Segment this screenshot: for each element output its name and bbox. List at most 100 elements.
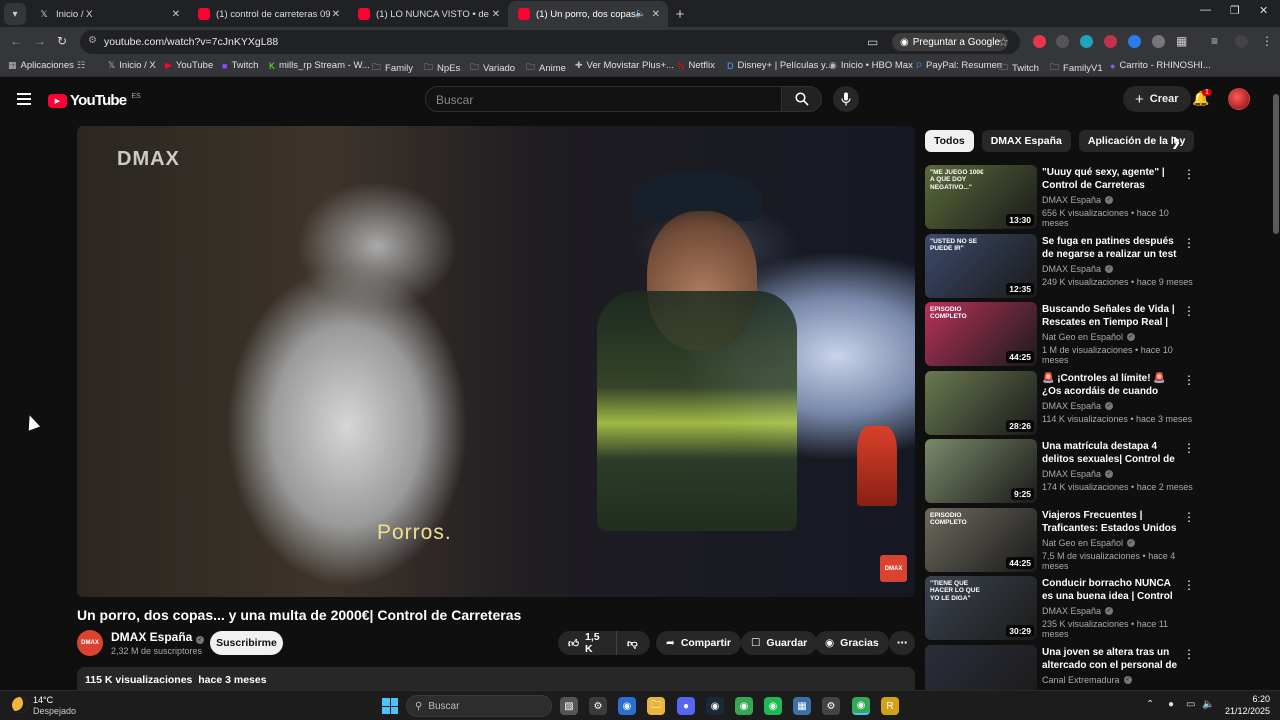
app-icon[interactable]: ◉ bbox=[618, 697, 636, 715]
more-vertical-icon[interactable]: ⋮ bbox=[1183, 236, 1195, 250]
video-thumbnail[interactable]: 28:26 bbox=[925, 370, 1037, 435]
subscribe-button[interactable]: Suscribirme bbox=[210, 631, 283, 655]
recommendation-channel[interactable]: Canal Extremadura ✓ bbox=[1042, 675, 1132, 685]
chrome-menu-icon[interactable]: ⋮ bbox=[1261, 34, 1273, 48]
video-thumbnail[interactable]: "Tiene que hacer lo que yo le diga" 30:29 bbox=[925, 576, 1037, 640]
site-info-icon[interactable]: ⚙ bbox=[88, 35, 97, 46]
bookmark-folder[interactable]: 🗀 Family bbox=[372, 60, 413, 76]
clock-date[interactable]: 21/12/2025 bbox=[1222, 706, 1270, 716]
extension-icon[interactable] bbox=[1056, 35, 1069, 48]
recommendation-item[interactable]: Episodio completo 44:25 Buscando Señales d… bbox=[925, 302, 1195, 366]
search-button[interactable] bbox=[781, 86, 822, 112]
more-vertical-icon[interactable]: ⋮ bbox=[1183, 373, 1195, 387]
recommendation-item[interactable]: Episodio completo 44:25 Viajeros Frecuente… bbox=[925, 507, 1195, 572]
tab-close-icon[interactable]: ✕ bbox=[492, 9, 500, 20]
video-thumbnail[interactable]: 9:25 bbox=[925, 439, 1037, 503]
recommendation-item[interactable]: "Me juego 100€ a que doy negativo..." 13:… bbox=[925, 165, 1195, 229]
recommendation-title[interactable]: Una joven se altera tras un altercado co… bbox=[1042, 646, 1178, 672]
forward-icon[interactable]: → bbox=[34, 34, 46, 48]
recommendation-title[interactable]: Buscando Señales de Vida | Rescates en T… bbox=[1042, 303, 1178, 329]
new-tab-button[interactable]: + bbox=[668, 1, 692, 27]
app-icon[interactable]: ▦ bbox=[793, 697, 811, 715]
restore-icon[interactable]: ❐ bbox=[1230, 4, 1240, 17]
minimize-icon[interactable]: — bbox=[1200, 4, 1211, 16]
more-vertical-icon[interactable]: ⋮ bbox=[1183, 167, 1195, 181]
steam-icon[interactable]: ◉ bbox=[706, 697, 724, 715]
cast-icon[interactable]: ▭ bbox=[867, 35, 878, 49]
bookmark-item[interactable]: ■ Twitch bbox=[222, 60, 258, 71]
account-avatar[interactable] bbox=[1228, 88, 1250, 110]
create-button[interactable]: + Crear bbox=[1123, 86, 1191, 112]
video-thumbnail[interactable]: "Usted no se puede ir" 12:35 bbox=[925, 233, 1037, 298]
tab-search-button[interactable]: ▾ bbox=[4, 3, 26, 25]
like-button[interactable]: 👍︎ 1,5 K bbox=[558, 631, 616, 655]
browser-tab[interactable]: (1) control de carreteras 09 ✕ bbox=[188, 1, 348, 27]
app-icon[interactable]: R bbox=[881, 697, 899, 715]
bookmark-item[interactable]: ☷ bbox=[77, 60, 85, 71]
bookmark-item[interactable]: N Netflix bbox=[678, 60, 715, 71]
reading-list-icon[interactable]: ≡ bbox=[1211, 34, 1218, 48]
recommendation-channel[interactable]: Nat Geo en Español ✓ bbox=[1042, 332, 1136, 342]
bookmark-item[interactable]: ▶ YouTube bbox=[165, 60, 213, 71]
recommendation-title[interactable]: "Uuuy qué sexy, agente" | Control de Car… bbox=[1042, 166, 1178, 192]
browser-tab[interactable]: (1) LO NUNCA VISTO • de ✕ bbox=[348, 1, 508, 27]
bookmark-item[interactable]: 𝕏 Inicio / X bbox=[108, 60, 156, 71]
extension-icon[interactable] bbox=[1104, 35, 1117, 48]
windows-start-icon[interactable] bbox=[382, 698, 398, 714]
more-vertical-icon[interactable]: ⋮ bbox=[1183, 647, 1195, 661]
page-scrollbar[interactable] bbox=[1272, 80, 1280, 690]
bookmark-folder[interactable]: 🗀 Anime bbox=[526, 60, 566, 76]
bookmark-folder[interactable]: 🗀 Twitch bbox=[999, 60, 1039, 76]
chevron-right-icon[interactable]: ❯ bbox=[1171, 135, 1181, 149]
address-bar[interactable]: ⚙ youtube.com/watch?v=7cJnKYXgL88 ▭ ◉ Pr… bbox=[80, 30, 1020, 54]
bookmark-item[interactable]: Kmills_rp Stream - W... bbox=[269, 60, 370, 71]
weather-temperature[interactable]: 14°C bbox=[33, 695, 53, 705]
clock-time[interactable]: 6:20 bbox=[1222, 694, 1270, 704]
file-explorer-icon[interactable]: 🗀 bbox=[647, 697, 665, 715]
tab-close-icon[interactable]: ✕ bbox=[172, 9, 180, 20]
dislike-button[interactable]: 👎︎ bbox=[616, 631, 650, 655]
recommendation-title[interactable]: Una matrícula destapa 4 delitos sexuales… bbox=[1042, 440, 1178, 466]
recommendation-item[interactable]: "Usted no se puede ir" 12:35 Se fuga en pa… bbox=[925, 233, 1195, 298]
bookmark-star-icon[interactable]: ☆ bbox=[998, 35, 1009, 49]
chip-dmax[interactable]: DMAX España bbox=[981, 130, 1071, 152]
search-input[interactable]: Buscar bbox=[425, 86, 782, 112]
extension-icon[interactable] bbox=[1152, 35, 1165, 48]
video-thumbnail[interactable]: Episodio completo 44:25 bbox=[925, 302, 1037, 366]
channel-name[interactable]: DMAX España ✓ bbox=[111, 630, 204, 644]
recommendation-item[interactable]: "Tiene que hacer lo que yo le diga" 30:29… bbox=[925, 576, 1195, 640]
scrollbar-thumb[interactable] bbox=[1273, 94, 1279, 234]
volume-icon[interactable]: 🔈 bbox=[1202, 699, 1214, 710]
thanks-button[interactable]: ◉ Gracias bbox=[815, 631, 889, 655]
bookmark-item[interactable]: ✚ Ver Movistar Plus+... bbox=[575, 60, 674, 71]
voice-search-button[interactable] bbox=[833, 86, 859, 112]
bookmark-item[interactable]: ▦ Aplicaciones bbox=[8, 60, 74, 71]
browser-tab[interactable]: 𝕏 Inicio / X ✕ bbox=[28, 1, 188, 27]
recommendation-channel[interactable]: DMAX España ✓ bbox=[1042, 606, 1114, 616]
bookmark-item[interactable]: ◉ Inicio • HBO Max bbox=[829, 60, 913, 71]
recommendation-channel[interactable]: DMAX España ✓ bbox=[1042, 264, 1114, 274]
bookmark-folder[interactable]: 🗀 FamilyV1 bbox=[1050, 60, 1103, 76]
extensions-puzzle-icon[interactable]: ▦ bbox=[1176, 34, 1187, 48]
recommendation-item[interactable]: 28:26 🚨 ¡Controles al límite! 🚨 ¿Os acord… bbox=[925, 370, 1195, 435]
recommendation-title[interactable]: Se fuga en patines después de negarse a … bbox=[1042, 235, 1178, 261]
youtube-logo[interactable]: ▶ YouTube ES bbox=[48, 92, 141, 109]
video-thumbnail[interactable]: "Me juego 100€ a que doy negativo..." 13:… bbox=[925, 165, 1037, 229]
more-vertical-icon[interactable]: ⋮ bbox=[1183, 510, 1195, 524]
bookmark-folder[interactable]: 🗀 NpEs bbox=[424, 60, 460, 76]
profile-icon[interactable] bbox=[1235, 35, 1248, 48]
recommendation-channel[interactable]: DMAX España ✓ bbox=[1042, 401, 1114, 411]
recommendation-channel[interactable]: DMAX España ✓ bbox=[1042, 469, 1114, 479]
bookmark-item[interactable]: ● Carrito - RHINOSHI... bbox=[1110, 60, 1211, 71]
chrome-icon[interactable]: ◉ bbox=[735, 697, 753, 715]
app-icon[interactable]: ⚙ bbox=[589, 697, 607, 715]
tray-chevron-icon[interactable]: ⌃ bbox=[1146, 699, 1154, 710]
extension-icon[interactable] bbox=[1080, 35, 1093, 48]
recommendation-channel[interactable]: Nat Geo en Español ✓ bbox=[1042, 538, 1136, 548]
recommendation-title[interactable]: 🚨 ¡Controles al límite! 🚨 ¿Os acordáis d… bbox=[1042, 372, 1178, 398]
channel-avatar[interactable]: DMAX bbox=[77, 630, 103, 656]
chrome-active-icon[interactable]: ◉ bbox=[852, 697, 870, 715]
tab-close-icon[interactable]: ✕ bbox=[332, 9, 340, 20]
bookmark-item[interactable]: P PayPal: Resumen bbox=[916, 60, 1002, 71]
video-thumbnail[interactable]: Episodio completo 44:25 bbox=[925, 507, 1037, 572]
